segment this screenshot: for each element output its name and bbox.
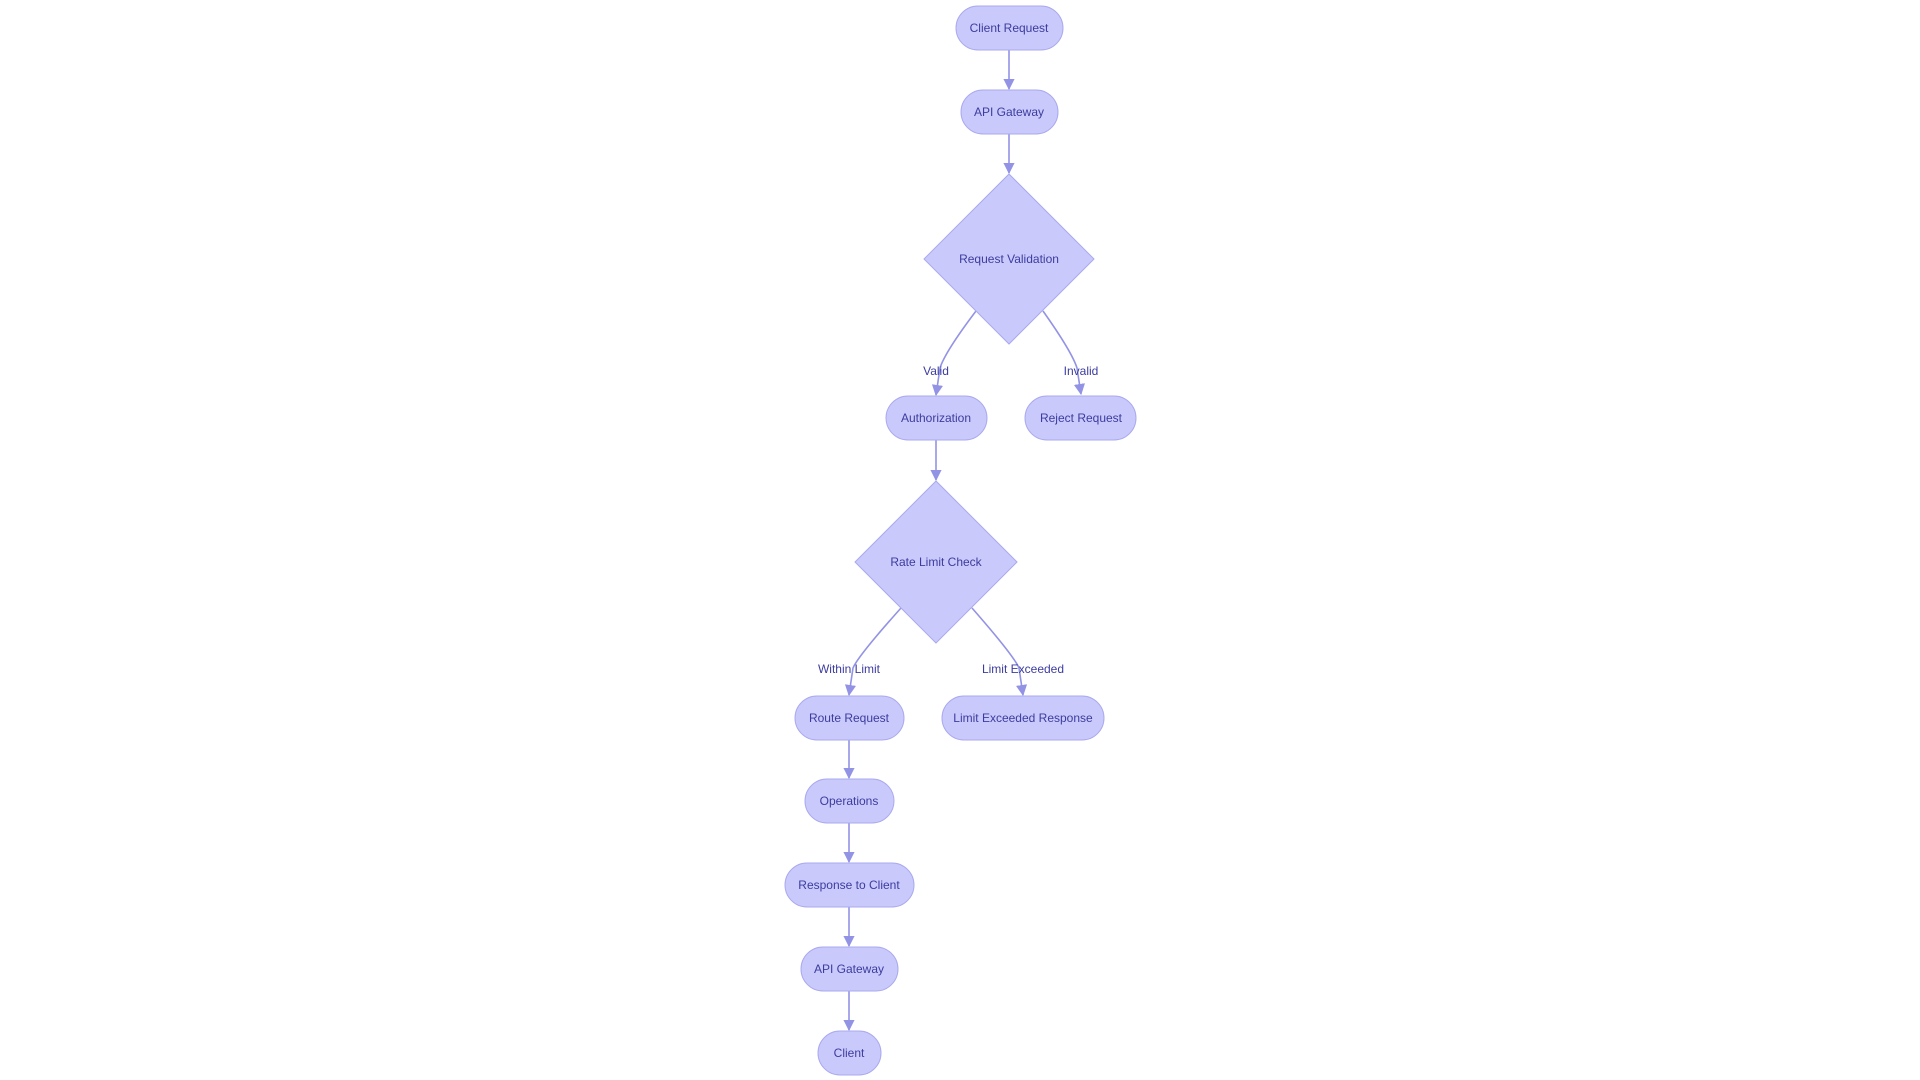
svg-text:Route Request: Route Request <box>809 711 890 725</box>
node-rate-limit-check: Rate Limit Check <box>854 480 1018 644</box>
edge-label-limit-exceeded: Limit Exceeded <box>982 662 1064 676</box>
svg-text:Request Validation: Request Validation <box>959 252 1059 266</box>
svg-text:Limit Exceeded Response: Limit Exceeded Response <box>953 711 1093 725</box>
node-client-request: Client Request <box>955 5 1064 51</box>
flowchart: Valid Invalid Within Limit Limit Exceede… <box>784 5 1137 1076</box>
svg-text:API Gateway: API Gateway <box>814 962 884 976</box>
svg-text:Response to Client: Response to Client <box>798 878 900 892</box>
edge-validation-invalid <box>1042 310 1086 396</box>
node-api-gateway: API Gateway <box>960 89 1059 135</box>
svg-text:Client Request: Client Request <box>970 21 1049 35</box>
svg-text:API Gateway: API Gateway <box>974 105 1044 119</box>
node-operations: Operations <box>804 778 895 824</box>
edge-ratelimit-within <box>844 607 902 697</box>
node-client: Client <box>817 1030 882 1076</box>
edge-label-within-limit: Within Limit <box>818 662 881 676</box>
node-authorization: Authorization <box>885 395 988 441</box>
node-api-gateway-2: API Gateway <box>800 946 899 992</box>
svg-text:Operations: Operations <box>820 794 879 808</box>
edge-ratelimit-exceeded <box>971 607 1028 697</box>
node-limit-exceeded-response: Limit Exceeded Response <box>941 695 1105 741</box>
node-request-validation: Request Validation <box>923 173 1095 345</box>
edge-label-invalid: Invalid <box>1064 364 1099 378</box>
svg-text:Authorization: Authorization <box>901 411 971 425</box>
svg-text:Client: Client <box>834 1046 865 1060</box>
edge-validation-valid <box>931 310 977 397</box>
node-route-request: Route Request <box>794 695 905 741</box>
node-response-to-client: Response to Client <box>784 862 915 908</box>
node-reject-request: Reject Request <box>1024 395 1137 441</box>
svg-text:Rate Limit Check: Rate Limit Check <box>890 555 982 569</box>
edge-label-valid: Valid <box>923 364 949 378</box>
svg-text:Reject Request: Reject Request <box>1040 411 1123 425</box>
